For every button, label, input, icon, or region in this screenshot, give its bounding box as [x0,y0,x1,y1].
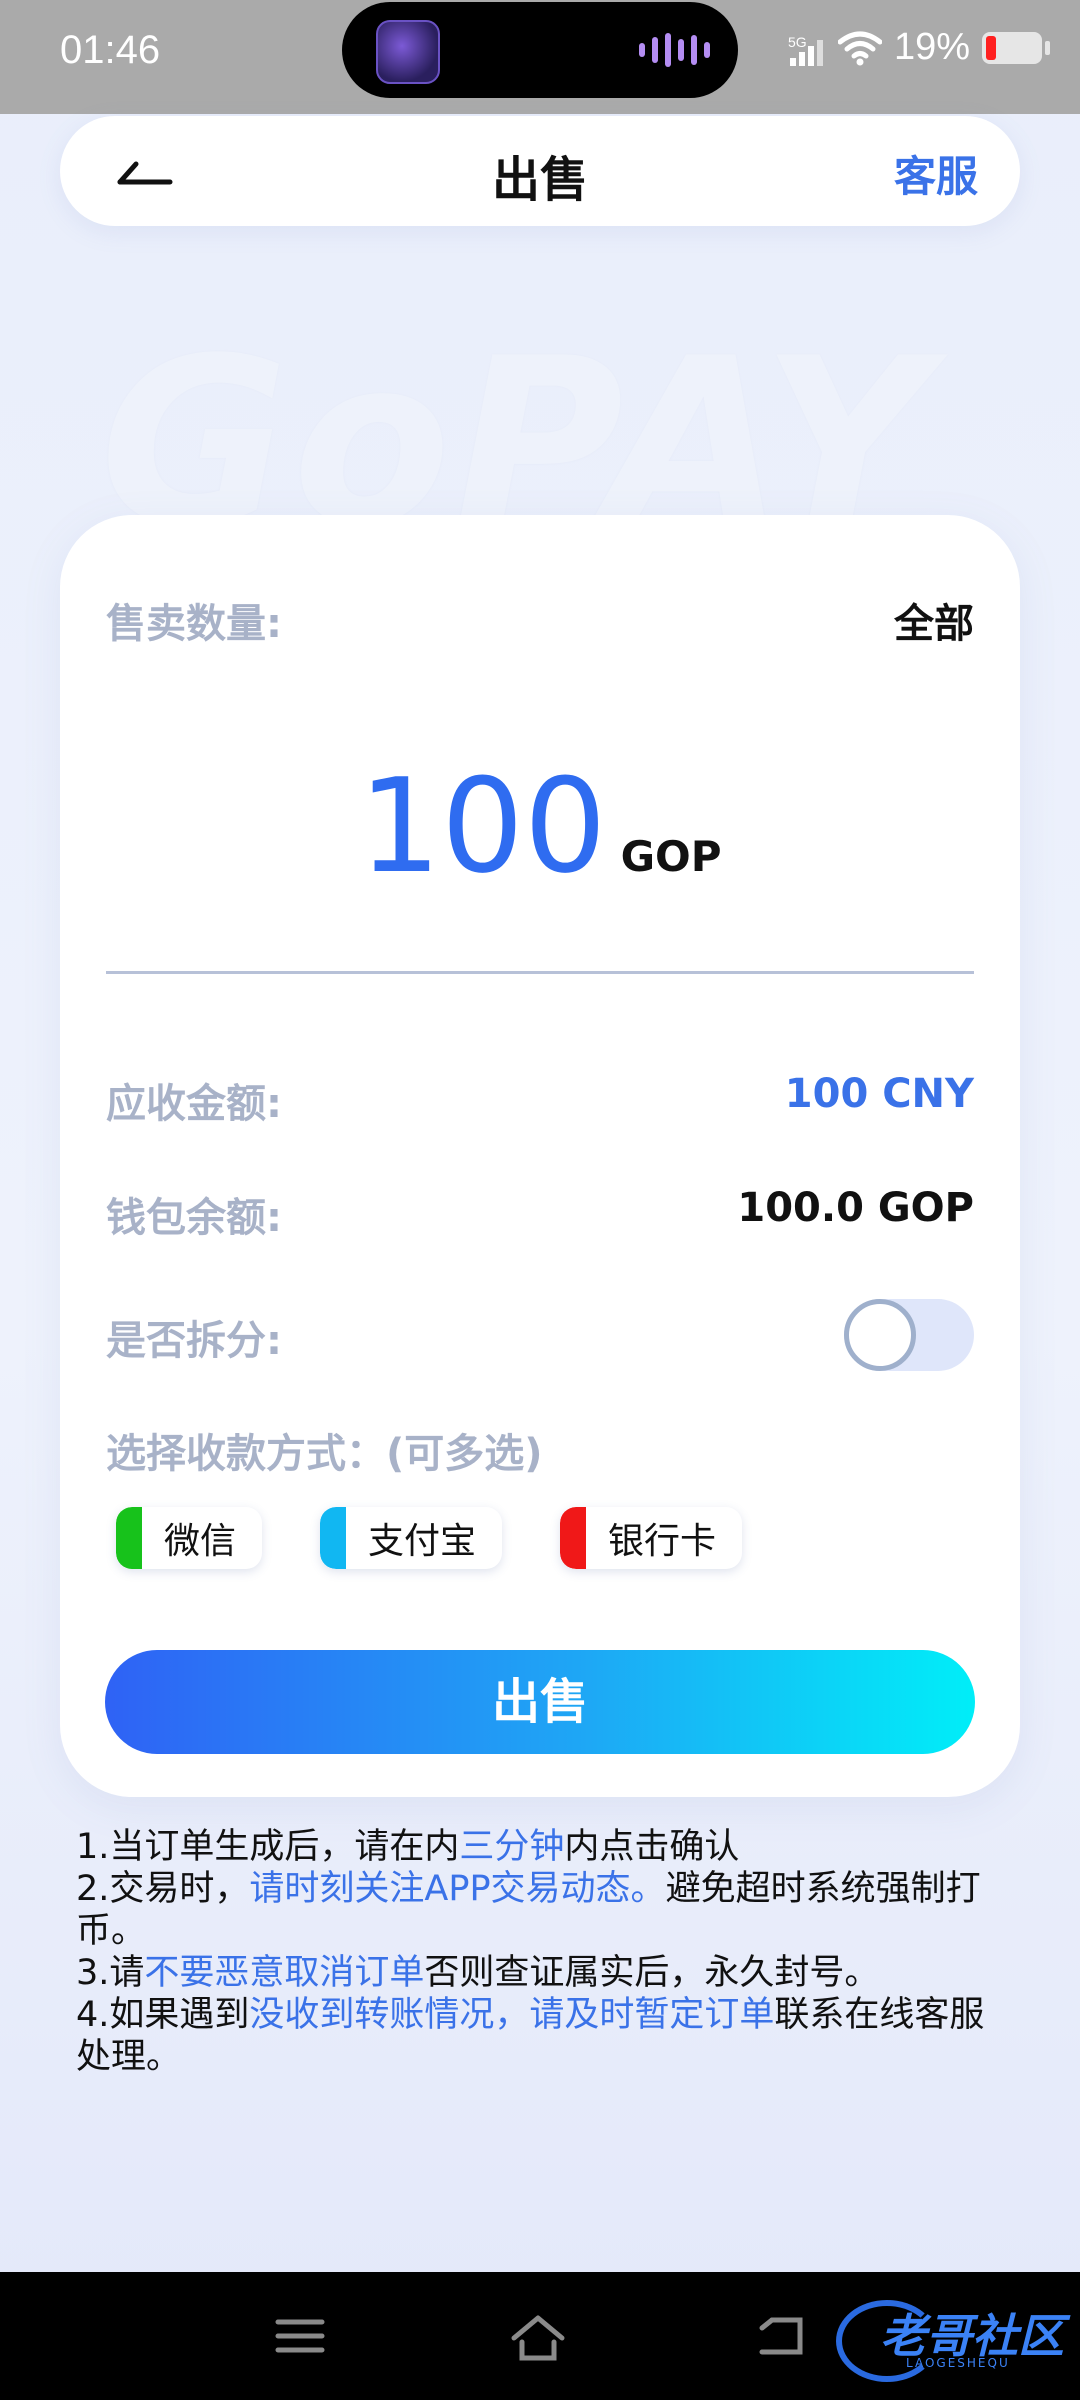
note-item: 3.请不要恶意取消订单否则查证属实后，永久封号。 [76,1953,880,1993]
alipay-color-bar [320,1507,347,1569]
payment-method-label: 选择收款方式：(可多选) [106,1431,543,1477]
sell-submit-button[interactable]: 出售 [105,1650,975,1754]
receivable-label: 应收金额: [106,1081,282,1127]
top-nav-bar: 出售 客服 [60,116,1020,226]
audio-wave-icon [639,32,710,68]
system-nav-bar: 老哥社区 LAOGESHEQU [0,2272,1080,2400]
amount-value: 100 [358,750,607,902]
bankcard-color-bar [560,1507,587,1569]
amount-divider [106,971,974,974]
balance-value: 100.0 GOP [737,1185,974,1231]
split-toggle[interactable] [844,1299,974,1371]
balance-label: 钱包余额: [106,1195,282,1241]
app-thumbnail-icon [376,20,440,84]
all-button[interactable]: 全部 [894,591,974,649]
page-title: 出售 [491,152,588,208]
note-item: 4.如果遇到没收到转账情况，请及时暂定订单联系在线客服处理。 [76,1995,985,2077]
sell-notes: 1.当订单生成后，请在内三分钟内点击确认 2.交易时，请时刻关注APP交易动态。… [76,1826,1016,2078]
status-bar: 01:46 5G 19% [0,0,1080,114]
cellular-signal-icon: 5G [786,30,826,66]
note-item: 1.当订单生成后，请在内三分钟内点击确认 [76,1827,740,1867]
watermark-logo: 老哥社区 LAOGESHEQU [836,2294,1066,2382]
amount-unit: GOP [620,832,722,881]
wechat-color-bar [116,1507,142,1569]
back-icon[interactable] [752,2312,808,2360]
quantity-label: 售卖数量: [106,601,282,647]
payment-chip-label: 支付宝 [368,1521,477,1562]
receivable-value: 100 CNY [784,1071,974,1117]
note-item: 2.交易时，请时刻关注APP交易动态。避免超时系统强制打币。 [76,1869,981,1951]
status-time: 01:46 [60,28,161,72]
payment-chip-wechat[interactable]: 微信 [116,1507,263,1569]
payment-chip-alipay[interactable]: 支付宝 [320,1507,503,1569]
wifi-icon [837,31,882,65]
home-icon[interactable] [508,2312,568,2364]
payment-chip-label: 银行卡 [608,1521,717,1562]
customer-service-link[interactable]: 客服 [894,143,978,204]
payment-chip-bankcard[interactable]: 银行卡 [560,1507,743,1569]
toggle-knob [844,1299,916,1371]
logo-subtext: LAOGESHEQU [906,2356,1010,2370]
sell-form-card: 售卖数量: 全部 100 GOP 应收金额: 100 CNY 钱包余额: 100.… [60,515,1020,1797]
menu-icon[interactable] [272,2312,328,2360]
payment-method-list: 微信 支付宝 银行卡 [116,1507,743,1569]
dynamic-island[interactable] [342,2,738,98]
battery-percent: 19% [893,26,970,68]
payment-chip-label: 微信 [164,1521,237,1562]
split-label: 是否拆分: [106,1318,282,1364]
battery-icon [982,31,1050,64]
amount-input[interactable]: 100 GOP [60,750,1020,902]
